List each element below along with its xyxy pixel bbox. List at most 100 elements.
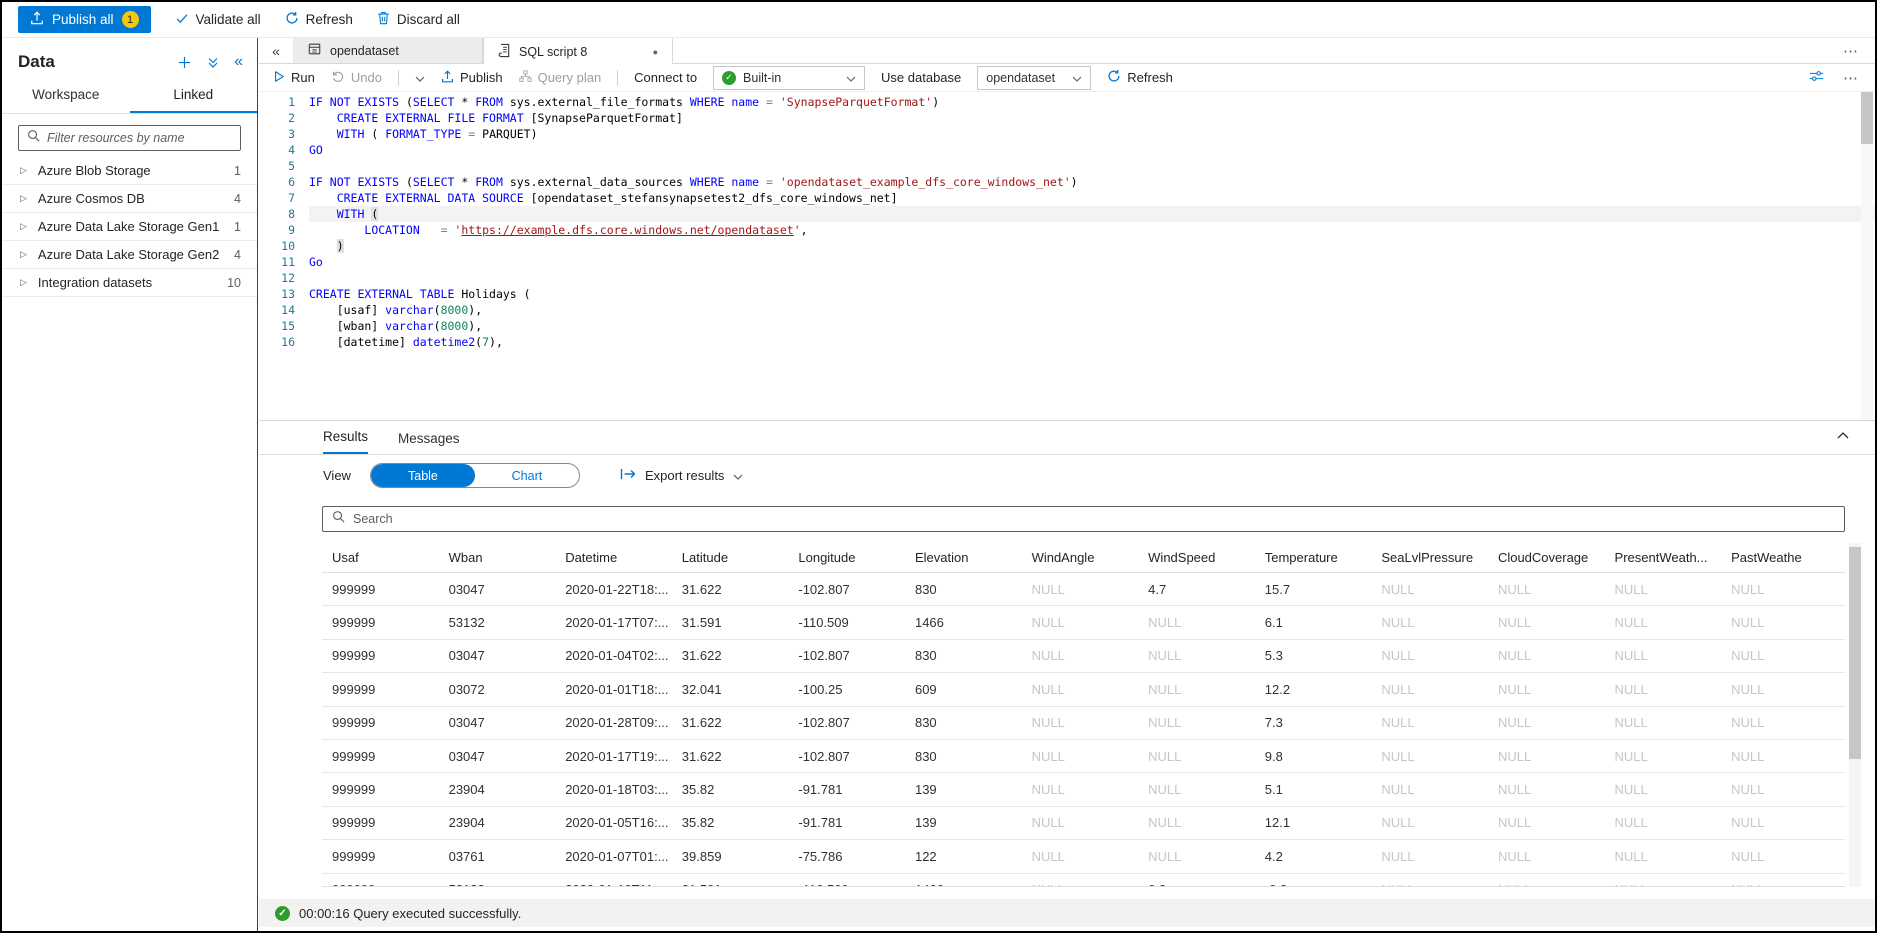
view-chart-button[interactable]: Chart [475, 464, 579, 487]
sql-editor[interactable]: 12345678910111213141516 IF NOT EXISTS (S… [259, 92, 1875, 420]
tree-item[interactable]: ▷Azure Data Lake Storage Gen11 [2, 213, 257, 241]
column-header[interactable]: WindAngle [1022, 550, 1139, 565]
table-cell: 999999 [322, 815, 439, 830]
query-plan-button[interactable]: Query plan [519, 70, 602, 86]
code-line[interactable]: Go [309, 254, 1875, 270]
chevron-right-icon[interactable]: ▷ [20, 165, 27, 176]
code-line[interactable] [309, 270, 1875, 286]
tree-item[interactable]: ▷Azure Blob Storage1 [2, 157, 257, 185]
use-database-dropdown[interactable]: opendataset [977, 66, 1091, 90]
table-row[interactable]: 999999030722020-01-01T18:...32.041-100.2… [322, 673, 1845, 706]
code-line[interactable]: [datetime] datetime2(7), [309, 334, 1875, 350]
tab-bar-more-icon[interactable]: ⋯ [1843, 42, 1875, 60]
discard-all-button[interactable]: Discard all [377, 11, 460, 28]
code-line[interactable] [309, 158, 1875, 174]
tab-linked[interactable]: Linked [130, 87, 258, 113]
editor-code[interactable]: IF NOT EXISTS (SELECT * FROM sys.externa… [309, 94, 1875, 420]
collapse-results-icon[interactable] [1837, 426, 1875, 454]
connect-to-dropdown[interactable]: ✓ Built-in [713, 66, 865, 90]
column-header[interactable]: Usaf [322, 550, 439, 565]
table-row[interactable]: 999999239042020-01-18T03:...35.82-91.781… [322, 773, 1845, 806]
run-icon [273, 70, 285, 86]
code-line[interactable]: LOCATION = 'https://example.dfs.core.win… [309, 222, 1875, 238]
column-header[interactable]: Longitude [788, 550, 905, 565]
column-header[interactable]: Latitude [672, 550, 789, 565]
code-line[interactable]: [wban] varchar(8000), [309, 318, 1875, 334]
code-line[interactable]: [usaf] varchar(8000), [309, 302, 1875, 318]
code-line[interactable]: CREATE EXTERNAL DATA SOURCE [opendataset… [309, 190, 1875, 206]
code-line[interactable]: IF NOT EXISTS (SELECT * FROM sys.externa… [309, 174, 1875, 190]
settings-sliders-icon[interactable] [1808, 69, 1825, 86]
collapse-sidebar-icon[interactable]: « [234, 54, 243, 70]
chevron-right-icon[interactable]: ▷ [20, 193, 27, 204]
table-row[interactable]: 999999531322020-01-10T11:...31.591-110.5… [322, 874, 1845, 887]
editor-scrollbar[interactable] [1861, 92, 1873, 420]
table-cell: 830 [905, 715, 1022, 730]
column-header[interactable]: WindSpeed [1138, 550, 1255, 565]
table-scrollbar[interactable] [1849, 543, 1861, 887]
tree-item[interactable]: ▷Integration datasets10 [2, 269, 257, 297]
tab-workspace[interactable]: Workspace [2, 87, 130, 113]
toolbar-more-icon[interactable]: ⋯ [1843, 69, 1859, 87]
column-header[interactable]: Elevation [905, 550, 1022, 565]
publish-button[interactable]: Publish [441, 70, 503, 86]
column-header[interactable]: SeaLvlPressure [1371, 550, 1488, 565]
item-count: 4 [234, 248, 241, 262]
table-cell: NULL [1371, 882, 1488, 887]
add-resource-icon[interactable] [177, 55, 192, 70]
refresh-database-button[interactable]: Refresh [1107, 69, 1173, 86]
code-line[interactable]: WITH ( FORMAT_TYPE = PARQUET) [309, 126, 1875, 142]
table-row[interactable]: 999999030472020-01-17T19:...31.622-102.8… [322, 740, 1845, 773]
code-line[interactable]: ) [309, 238, 1875, 254]
filter-input[interactable] [47, 131, 232, 145]
code-line[interactable]: CREATE EXTERNAL TABLE Holidays ( [309, 286, 1875, 302]
table-row[interactable]: 999999239042020-01-05T16:...35.82-91.781… [322, 807, 1845, 840]
table-row[interactable]: 999999030472020-01-04T02:...31.622-102.8… [322, 640, 1845, 673]
undo-button[interactable]: Undo [331, 70, 382, 86]
chevron-right-icon[interactable]: ▷ [20, 249, 27, 260]
sidebar-tabs: Workspace Linked [2, 87, 257, 114]
tab-results[interactable]: Results [323, 429, 368, 454]
code-line[interactable]: WITH ( [309, 206, 1875, 222]
tree-item[interactable]: ▷Azure Cosmos DB4 [2, 185, 257, 213]
tree-item[interactable]: ▷Azure Data Lake Storage Gen24 [2, 241, 257, 269]
collapse-panel-icon[interactable]: « [259, 38, 293, 63]
chevron-right-icon[interactable]: ▷ [20, 221, 27, 232]
column-header[interactable]: Datetime [555, 550, 672, 565]
refresh-button[interactable]: Refresh [285, 11, 353, 28]
code-line[interactable]: GO [309, 142, 1875, 158]
tab-opendataset[interactable]: opendataset [293, 38, 483, 63]
column-header[interactable]: Wban [439, 550, 556, 565]
chevron-down-icon[interactable] [415, 70, 425, 85]
table-row[interactable]: 999999030472020-01-28T09:...31.622-102.8… [322, 707, 1845, 740]
validate-all-button[interactable]: Validate all [175, 12, 261, 28]
table-row[interactable]: 999999030472020-01-22T18:...31.622-102.8… [322, 573, 1845, 606]
table-cell: NULL [1138, 615, 1255, 630]
table-cell: NULL [1605, 648, 1722, 663]
tab-messages[interactable]: Messages [398, 431, 460, 454]
view-table-button[interactable]: Table [371, 464, 475, 487]
column-header[interactable]: PresentWeath... [1605, 550, 1722, 565]
chevron-right-icon[interactable]: ▷ [20, 277, 27, 288]
results-search-input[interactable] [353, 512, 1835, 526]
column-header[interactable]: Temperature [1255, 550, 1372, 565]
table-cell: 31.622 [672, 749, 789, 764]
tab-sql-script-8[interactable]: SQL script 8 ● [483, 38, 673, 65]
scrollbar-thumb[interactable] [1849, 547, 1861, 759]
column-header[interactable]: CloudCoverage [1488, 550, 1605, 565]
code-line[interactable]: IF NOT EXISTS (SELECT * FROM sys.externa… [309, 94, 1875, 110]
collapse-all-icon[interactable] [207, 56, 219, 69]
table-cell: -75.786 [788, 849, 905, 864]
results-panel: Results Messages View Table Chart Export… [259, 420, 1875, 898]
results-search-box [322, 506, 1845, 532]
table-cell: 31.622 [672, 648, 789, 663]
scrollbar-thumb[interactable] [1861, 92, 1873, 144]
table-cell: 4.2 [1255, 849, 1372, 864]
run-button[interactable]: Run [273, 70, 315, 86]
code-line[interactable]: CREATE EXTERNAL FILE FORMAT [SynapseParq… [309, 110, 1875, 126]
table-row[interactable]: 999999037612020-01-07T01:...39.859-75.78… [322, 840, 1845, 873]
column-header[interactable]: PastWeathe [1721, 550, 1845, 565]
table-row[interactable]: 999999531322020-01-17T07:...31.591-110.5… [322, 606, 1845, 639]
export-results-button[interactable]: Export results [620, 468, 743, 483]
publish-all-button[interactable]: Publish all 1 [18, 6, 151, 33]
